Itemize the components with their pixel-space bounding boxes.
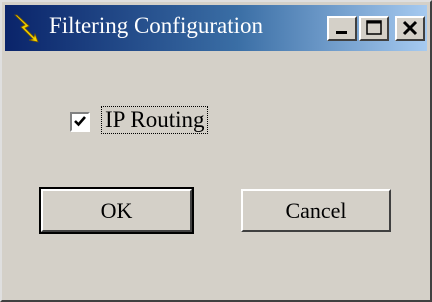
dialog-window: Filtering Configuration IP Routing OK Ca… [0, 0, 432, 302]
minimize-icon [336, 31, 347, 34]
close-icon [402, 20, 418, 36]
maximize-icon [366, 20, 382, 35]
minimize-button[interactable] [327, 16, 357, 41]
ip-routing-checkbox[interactable] [70, 112, 90, 132]
lightning-bolt-icon [14, 14, 39, 43]
ip-routing-label[interactable]: IP Routing [101, 106, 209, 134]
maximize-button[interactable] [359, 16, 389, 41]
close-button[interactable] [395, 16, 425, 41]
checkmark-icon [74, 116, 86, 127]
title-bar[interactable]: Filtering Configuration [5, 5, 427, 51]
window-title: Filtering Configuration [49, 13, 264, 38]
cancel-button[interactable]: Cancel [241, 189, 391, 232]
ok-button[interactable]: OK [39, 187, 194, 234]
